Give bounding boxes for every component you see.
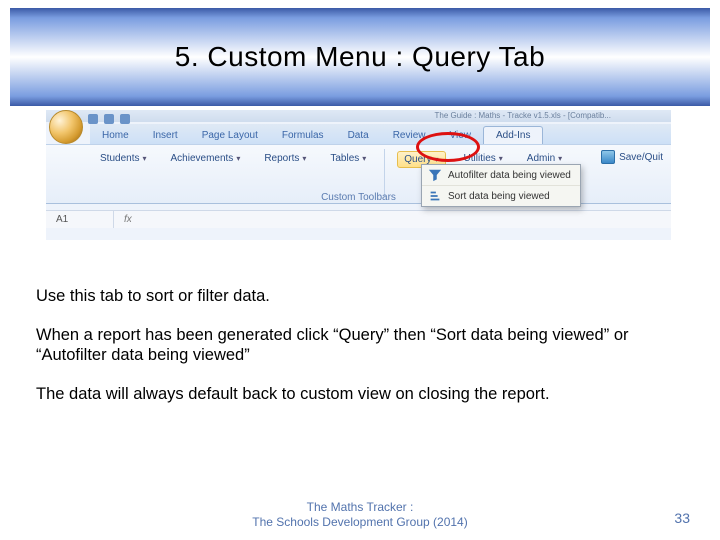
group-reports[interactable]: Reports▾ [258, 151, 312, 166]
tab-formulas[interactable]: Formulas [270, 127, 336, 144]
title-band: 5. Custom Menu : Query Tab [10, 8, 710, 106]
save-icon [601, 150, 615, 164]
group-achievements[interactable]: Achievements▾ [165, 151, 247, 166]
slide: 5. Custom Menu : Query Tab The Guide : M… [0, 0, 720, 540]
tab-view[interactable]: View [437, 127, 483, 144]
body-text: Use this tab to sort or filter data. Whe… [36, 286, 684, 423]
group-achievements-label: Achievements [171, 153, 234, 164]
filter-icon [428, 168, 442, 182]
paragraph-2: When a report has been generated click “… [36, 325, 684, 366]
footer: The Maths Tracker : The Schools Developm… [0, 500, 720, 530]
chevron-down-icon: ▾ [435, 155, 439, 164]
group-students-label: Students [100, 153, 139, 164]
save-quit-label: Save/Quit [619, 152, 663, 163]
chevron-down-icon: ▾ [302, 154, 306, 163]
tab-review[interactable]: Review [381, 127, 438, 144]
page-number: 33 [674, 510, 690, 526]
name-box[interactable]: A1 [46, 211, 114, 228]
menu-sort-label: Sort data being viewed [448, 191, 550, 202]
ribbon-tab-strip: Home Insert Page Layout Formulas Data Re… [90, 124, 671, 144]
group-reports-label: Reports [264, 153, 299, 164]
tab-add-ins[interactable]: Add-Ins [483, 126, 543, 144]
footer-line-2: The Schools Development Group (2014) [0, 515, 720, 530]
tab-data[interactable]: Data [336, 127, 381, 144]
qat-redo-icon[interactable] [120, 114, 130, 124]
formula-bar: A1 fx [46, 210, 671, 228]
save-quit-button[interactable]: Save/Quit [601, 150, 663, 164]
tab-page-layout[interactable]: Page Layout [190, 127, 270, 144]
paragraph-3: The data will always default back to cus… [36, 384, 684, 405]
sort-icon [428, 189, 442, 203]
office-button-icon[interactable] [49, 110, 83, 144]
menu-autofilter[interactable]: Autofilter data being viewed [422, 165, 580, 185]
chevron-down-icon: ▾ [236, 154, 240, 163]
fx-label: fx [114, 214, 142, 225]
tab-home[interactable]: Home [90, 127, 141, 144]
slide-title: 5. Custom Menu : Query Tab [175, 41, 545, 73]
query-dropdown: Autofilter data being viewed Sort data b… [421, 164, 581, 207]
chevron-down-icon: ▾ [142, 154, 146, 163]
group-admin-label: Admin [527, 153, 555, 164]
window-title: The Guide : Maths - Tracke v1.5.xls - [C… [46, 110, 671, 122]
group-tables-label: Tables [330, 153, 359, 164]
menu-sort[interactable]: Sort data being viewed [422, 185, 580, 206]
group-tables[interactable]: Tables▾ [324, 151, 372, 166]
chevron-down-icon: ▾ [362, 154, 366, 163]
paragraph-1: Use this tab to sort or filter data. [36, 286, 684, 307]
qat-undo-icon[interactable] [104, 114, 114, 124]
chevron-down-icon: ▾ [499, 154, 503, 163]
chevron-down-icon: ▾ [558, 154, 562, 163]
group-students[interactable]: Students▾ [94, 151, 153, 166]
qat-save-icon[interactable] [88, 114, 98, 124]
tab-insert[interactable]: Insert [141, 127, 190, 144]
footer-line-1: The Maths Tracker : [0, 500, 720, 515]
excel-screenshot: The Guide : Maths - Tracke v1.5.xls - [C… [46, 110, 671, 240]
group-utilities-label: Utilities [464, 153, 496, 164]
menu-autofilter-label: Autofilter data being viewed [448, 170, 571, 181]
